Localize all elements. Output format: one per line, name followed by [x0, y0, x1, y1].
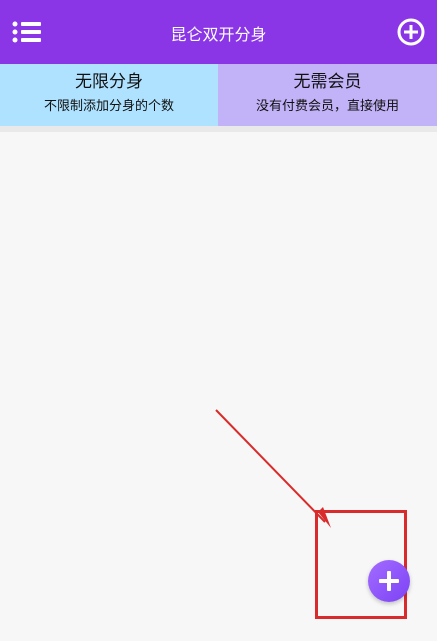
feature-title: 无需会员	[293, 72, 362, 92]
feature-subtitle: 没有付费会员，直接使用	[255, 99, 399, 114]
add-floating-button[interactable]	[368, 560, 410, 602]
plus-icon	[379, 571, 399, 591]
feature-title: 无限分身	[75, 72, 143, 92]
feature-banner: 无限分身 不限制添加分身的个数 无需会员 没有付费会员，直接使用	[0, 64, 437, 126]
feature-card-no-membership: 无需会员 没有付费会员，直接使用	[218, 64, 437, 126]
page-title: 昆仑双开分身	[170, 25, 267, 44]
feature-subtitle: 不限制添加分身的个数	[43, 99, 174, 114]
top-app-bar: 昆仑双开分身	[0, 0, 437, 64]
add-app-button[interactable]	[396, 17, 426, 47]
plus-circle-icon	[397, 18, 425, 46]
feature-card-unlimited: 无限分身 不限制添加分身的个数	[0, 64, 218, 126]
app-screen: 昆仑双开分身 无限分身 不限制添加分身的个数 无需会员 没有付费会员，直接使用	[0, 0, 437, 641]
